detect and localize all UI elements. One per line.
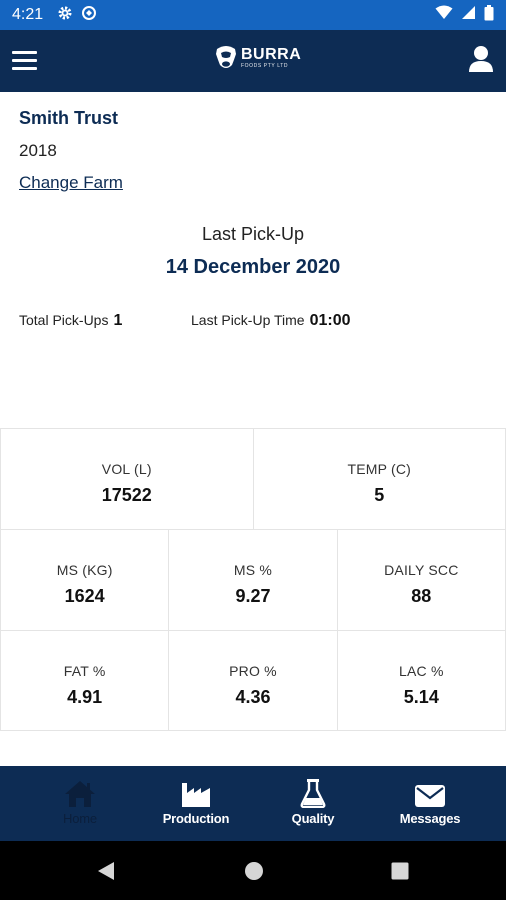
farm-year: 2018 [19,141,57,160]
metric-ms-kg: MS (KG) 1624 [0,530,170,630]
metric-value: 5.14 [403,687,439,707]
recents-square-icon [391,862,409,880]
metric-ms-pct: MS % 9.27 [169,530,338,630]
total-pickups-stat: Total Pick-Ups 1 [19,312,122,330]
metric-value: 4.36 [235,687,271,707]
cow-logo-icon [216,46,236,68]
metric-label: TEMP (C) [347,461,412,477]
nav-production-label: Production [162,811,230,826]
metric-label: MS (KG) [56,562,113,578]
metrics-row: MS (KG) 1624 MS % 9.27 DAILY SCC 88 [0,529,506,630]
back-button[interactable] [96,861,116,886]
bottom-nav: Home Production Quality Messages [0,766,506,841]
back-triangle-icon [98,862,114,880]
nav-messages-label: Messages [399,811,461,826]
metric-vol: VOL (L) 17522 [0,429,254,529]
logo-subtext: FOODS PTY LTD [241,63,289,69]
envelope-icon [414,778,446,808]
last-pickup-time-label: Last Pick-Up Time [191,312,305,328]
metrics-row: FAT % 4.91 PRO % 4.36 LAC % 5.14 [0,630,506,731]
menu-button[interactable] [12,49,38,73]
metric-label: DAILY SCC [384,562,459,578]
status-bar: 4:21 [0,0,506,30]
menu-icon-bar [12,67,37,70]
metric-temp: TEMP (C) 5 [254,429,506,529]
metric-value: 9.27 [235,586,271,606]
logo-wordmark: BURRA [241,46,302,63]
gear-icon [57,5,73,26]
metric-label: LAC % [399,663,444,679]
home-icon [64,778,96,808]
last-pickup-section: Last Pick-Up 14 December 2020 [0,224,506,279]
nav-quality-label: Quality [291,811,335,826]
menu-icon-bar [12,59,37,62]
metrics-grid: VOL (L) 17522 TEMP (C) 5 MS (KG) 1624 MS… [0,428,506,731]
metric-daily-scc: DAILY SCC 88 [338,530,506,630]
profile-button[interactable] [468,45,496,75]
last-pickup-date: 14 December 2020 [165,256,341,278]
nav-quality[interactable]: Quality [288,766,338,841]
metric-value: 88 [411,586,432,606]
status-time: 4:21 [12,6,44,23]
nav-home-label: Home [63,811,97,826]
metric-value: 17522 [101,485,152,505]
metric-fat: FAT % 4.91 [0,631,170,730]
user-icon [469,46,493,72]
metric-label: MS % [233,562,273,578]
app-bar: BURRA FOODS PTY LTD [0,30,506,92]
nav-production[interactable]: Production [160,766,232,841]
menu-icon-bar [12,51,37,54]
flask-icon [300,778,326,808]
nav-home[interactable]: Home [56,766,104,841]
home-circle-icon [245,862,263,880]
metric-label: PRO % [229,663,277,679]
metrics-row: VOL (L) 17522 TEMP (C) 5 [0,428,506,529]
metric-value: 5 [374,485,385,505]
farm-name: Smith Trust [19,108,119,128]
home-button[interactable] [244,861,264,886]
last-pickup-time-stat: Last Pick-Up Time 01:00 [191,312,351,330]
battery-icon [484,4,494,26]
nav-messages[interactable]: Messages [398,766,462,841]
signal-icon [461,5,476,25]
wifi-icon [435,5,453,25]
system-nav-bar [0,841,506,900]
burra-logo: BURRA FOODS PTY LTD [214,44,301,72]
change-farm-link[interactable]: Change Farm [19,173,123,193]
factory-icon [181,778,211,808]
metric-pro: PRO % 4.36 [169,631,338,730]
metric-value: 4.91 [67,687,103,707]
last-pickup-time-value: 01:00 [309,312,351,329]
metric-label: VOL (L) [101,461,152,477]
recents-button[interactable] [390,861,410,886]
last-pickup-label: Last Pick-Up [201,224,305,244]
total-pickups-value: 1 [113,312,123,329]
farm-info: Smith Trust 2018 Change Farm [19,108,123,193]
metric-lac: LAC % 5.14 [338,631,506,730]
total-pickups-label: Total Pick-Ups [19,312,109,328]
metric-label: FAT % [63,663,106,679]
metric-value: 1624 [64,586,105,606]
sync-icon [81,5,97,26]
